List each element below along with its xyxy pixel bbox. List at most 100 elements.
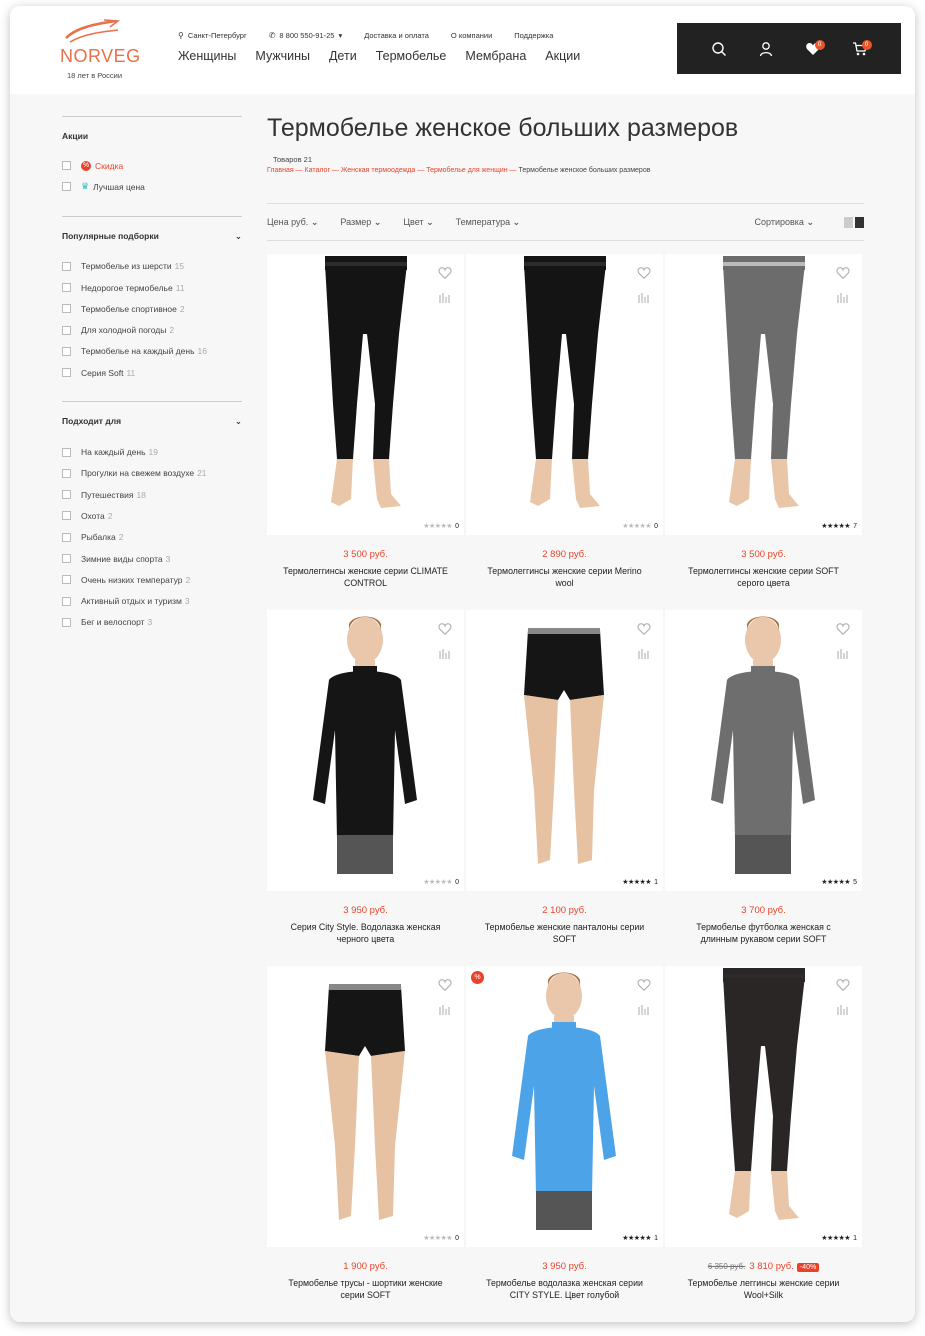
filter-option[interactable]: Бег и велоспорт 3 bbox=[62, 612, 242, 633]
list-view-icon[interactable] bbox=[844, 216, 853, 228]
filter-option[interactable]: Охота 2 bbox=[62, 505, 242, 526]
product-card[interactable]: ★★★★★ 7 3 500 руб. Термолеггинсы женские се… bbox=[665, 254, 862, 599]
heart-icon[interactable] bbox=[836, 622, 850, 636]
compare-icon[interactable] bbox=[637, 648, 649, 660]
filter-option[interactable]: Недорогое термобелье 11 bbox=[62, 277, 242, 298]
filter-option[interactable]: Термобелье на каждый день 16 bbox=[62, 341, 242, 362]
product-image[interactable] bbox=[466, 610, 663, 874]
product-name[interactable]: Термобелье женские панталоны серии SOFT bbox=[481, 921, 648, 945]
filter-option[interactable]: Активный отдых и туризм 3 bbox=[62, 590, 242, 611]
product-image[interactable]: % bbox=[466, 966, 663, 1230]
product-card[interactable]: ★★★★★ 5 3 700 руб. Термобелье футболка женс… bbox=[665, 610, 862, 955]
heart-icon[interactable] bbox=[438, 266, 452, 280]
product-card[interactable]: ★★★★★ 0 3 950 руб. Серия City Style. Водола… bbox=[267, 610, 464, 955]
wishlist-button[interactable]: 0 bbox=[801, 37, 825, 61]
cart-button[interactable]: 0 bbox=[848, 37, 872, 61]
nav-item-sales[interactable]: Акции bbox=[545, 49, 580, 63]
product-card[interactable]: ★★★★★ 1 2 100 руб. Термобелье женские панта… bbox=[466, 610, 663, 955]
topbar-link-delivery[interactable]: Доставка и оплата bbox=[364, 31, 429, 40]
heart-icon[interactable] bbox=[836, 978, 850, 992]
product-name[interactable]: Термолеггинсы женские серии SOFT серого … bbox=[680, 565, 847, 589]
heart-icon[interactable] bbox=[637, 978, 651, 992]
checkbox[interactable] bbox=[62, 304, 71, 314]
filter-option[interactable]: Зимние виды спорта 3 bbox=[62, 548, 242, 569]
filter-option[interactable]: Термобелье из шерсти 15 bbox=[62, 256, 242, 277]
nav-item-women[interactable]: Женщины bbox=[178, 49, 236, 63]
filter-option[interactable]: Прогулки на свежем воздухе 21 bbox=[62, 463, 242, 484]
sort-dropdown[interactable]: Сортировка ⌄ bbox=[755, 217, 814, 228]
nav-item-thermal[interactable]: Термобелье bbox=[376, 49, 447, 63]
product-name[interactable]: Термобелье леггинсы женские серии Wool+S… bbox=[680, 1277, 847, 1301]
breadcrumb-link-women-thermal[interactable]: Женская термоодежда bbox=[341, 167, 415, 174]
product-image[interactable] bbox=[665, 610, 862, 874]
product-name[interactable]: Термобелье футболка женская с длинным ру… bbox=[680, 921, 847, 945]
checkbox[interactable] bbox=[62, 182, 71, 192]
compare-icon[interactable] bbox=[836, 1004, 848, 1016]
phone-link[interactable]: ✆ 8 800 550-91-25 ▾ bbox=[269, 31, 343, 40]
product-card[interactable]: ★★★★★ 0 3 500 руб. Термолеггинсы женские се… bbox=[267, 254, 464, 599]
account-button[interactable] bbox=[754, 37, 778, 61]
filter-price-dropdown[interactable]: Цена руб. ⌄ bbox=[267, 217, 318, 228]
heart-icon[interactable] bbox=[637, 622, 651, 636]
filter-best-price[interactable]: ♛ Лучшая цена bbox=[62, 176, 242, 197]
breadcrumb-link-thermal-women[interactable]: Термобелье для женщин bbox=[426, 167, 507, 174]
topbar-link-support[interactable]: Поддержка bbox=[514, 31, 553, 40]
product-card[interactable]: ★★★★★ 0 2 890 руб. Термолеггинсы женские се… bbox=[466, 254, 663, 599]
product-name[interactable]: Термолеггинсы женские серии Merino wool bbox=[481, 565, 648, 589]
heart-icon[interactable] bbox=[438, 978, 452, 992]
filter-option[interactable]: Рыбалка 2 bbox=[62, 527, 242, 548]
filter-discount[interactable]: % Скидка bbox=[62, 155, 242, 176]
nav-item-kids[interactable]: Дети bbox=[329, 49, 357, 63]
checkbox[interactable] bbox=[62, 575, 71, 585]
compare-icon[interactable] bbox=[637, 1004, 649, 1016]
product-card[interactable]: ★★★★★ 0 1 900 руб. Термобелье трусы - шорти… bbox=[267, 966, 464, 1311]
compare-icon[interactable] bbox=[438, 648, 450, 660]
popular-section-header[interactable]: Популярные подборки ⌄ bbox=[62, 231, 242, 242]
checkbox[interactable] bbox=[62, 468, 71, 478]
topbar-link-about[interactable]: О компании bbox=[451, 31, 492, 40]
product-image[interactable] bbox=[267, 966, 464, 1230]
heart-icon[interactable] bbox=[438, 622, 452, 636]
checkbox[interactable] bbox=[62, 325, 71, 335]
product-name[interactable]: Термолеггинсы женские серии CLIMATE CONT… bbox=[282, 565, 449, 589]
product-name[interactable]: Термобелье водолазка женская серии CITY … bbox=[481, 1277, 648, 1301]
nav-item-men[interactable]: Мужчины bbox=[255, 49, 310, 63]
checkbox[interactable] bbox=[62, 346, 71, 356]
checkbox[interactable] bbox=[62, 511, 71, 521]
filter-option[interactable]: Для холодной погоды 2 bbox=[62, 319, 242, 340]
logo[interactable]: NORVEG 18 лет в России bbox=[52, 18, 142, 88]
grid-view-icon[interactable] bbox=[855, 216, 864, 228]
product-image[interactable] bbox=[267, 610, 464, 874]
filter-temperature-dropdown[interactable]: Температура ⌄ bbox=[456, 217, 521, 228]
filter-color-dropdown[interactable]: Цвет ⌄ bbox=[403, 217, 433, 228]
checkbox[interactable] bbox=[62, 283, 71, 293]
heart-icon[interactable] bbox=[637, 266, 651, 280]
heart-icon[interactable] bbox=[836, 266, 850, 280]
checkbox[interactable] bbox=[62, 554, 71, 563]
filter-option[interactable]: Термобелье спортивное 2 bbox=[62, 298, 242, 319]
breadcrumb-link-catalog[interactable]: Каталог bbox=[305, 167, 330, 174]
product-image[interactable] bbox=[466, 254, 663, 518]
compare-icon[interactable] bbox=[836, 648, 848, 660]
city-selector[interactable]: ⚲ Санкт-Петербург bbox=[178, 31, 247, 40]
breadcrumb-link-home[interactable]: Главная bbox=[267, 167, 294, 174]
checkbox[interactable] bbox=[62, 490, 71, 500]
checkbox[interactable] bbox=[62, 447, 71, 457]
nav-item-membrane[interactable]: Мембрана bbox=[465, 49, 526, 63]
suitable-section-header[interactable]: Подходит для ⌄ bbox=[62, 416, 242, 427]
compare-icon[interactable] bbox=[438, 1004, 450, 1016]
product-image[interactable] bbox=[267, 254, 464, 518]
product-name[interactable]: Серия City Style. Водолазка женская черн… bbox=[282, 921, 449, 945]
compare-icon[interactable] bbox=[637, 292, 649, 304]
filter-option[interactable]: На каждый день 19 bbox=[62, 441, 242, 462]
filter-option[interactable]: Серия Soft 11 bbox=[62, 362, 242, 383]
checkbox[interactable] bbox=[62, 596, 71, 606]
checkbox[interactable] bbox=[62, 617, 71, 627]
checkbox[interactable] bbox=[62, 161, 71, 171]
product-card[interactable]: % ★★★★★ 1 3 950 руб. Термобелье водолазка же… bbox=[466, 966, 663, 1311]
filter-option[interactable]: Путешествия 18 bbox=[62, 484, 242, 505]
product-name[interactable]: Термобелье трусы - шортики женские серии… bbox=[282, 1277, 449, 1301]
filter-size-dropdown[interactable]: Размер ⌄ bbox=[340, 217, 381, 228]
checkbox[interactable] bbox=[62, 368, 71, 378]
product-image[interactable] bbox=[665, 254, 862, 518]
